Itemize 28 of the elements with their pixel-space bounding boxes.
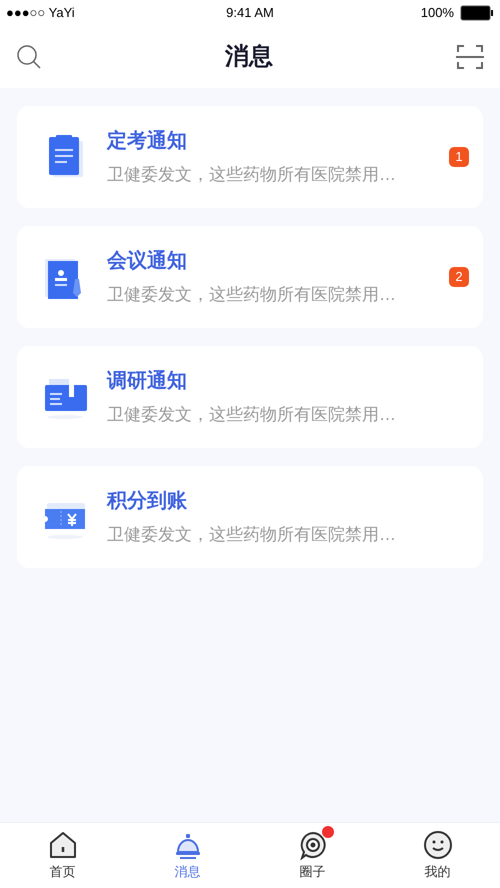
tab-item[interactable]: 消息 — [125, 823, 250, 888]
house-icon — [48, 830, 78, 860]
smiley-icon — [422, 830, 452, 860]
search-icon[interactable] — [16, 44, 42, 70]
tab-item[interactable]: 圈子 — [250, 823, 375, 888]
unread-count: 1 — [449, 147, 469, 167]
message-title: 会议通知 — [107, 248, 188, 274]
scan-icon[interactable] — [456, 44, 484, 70]
message-card[interactable]: 会议通知 卫健委发文，这些药物所有医院禁用… 2 — [17, 226, 483, 328]
message-preview: 卫健委发文，这些药物所有医院禁用… — [107, 284, 397, 306]
message-preview: 卫健委发文，这些药物所有医院禁用… — [107, 164, 397, 186]
battery-icon — [460, 5, 494, 21]
message-preview: 卫健委发文，这些药物所有医院禁用… — [107, 524, 397, 546]
carrier-text: ●●●○○ YaYi — [6, 4, 76, 22]
tab-item[interactable]: 我的 — [375, 823, 500, 888]
message-card[interactable]: 定考通知 卫健委发文，这些药物所有医院禁用… 1 — [17, 106, 483, 208]
message-card[interactable]: 积分到账 卫健委发文，这些药物所有医院禁用… — [17, 466, 483, 568]
message-title: 定考通知 — [107, 128, 188, 154]
message-preview: 卫健委发文，这些药物所有医院禁用… — [107, 404, 397, 426]
unread-count: 2 — [449, 267, 469, 287]
message-card[interactable]: 调研通知 卫健委发文，这些药物所有医院禁用… — [17, 346, 483, 448]
tab-item[interactable]: 首页 — [0, 823, 125, 888]
page-title: 消息 — [225, 42, 273, 72]
message-title: 积分到账 — [107, 489, 188, 514]
message-title: 调研通知 — [107, 369, 188, 394]
clock-text: 9:41 AM — [226, 4, 274, 22]
battery-percent: 100% — [420, 4, 454, 22]
chat-target-icon — [298, 830, 328, 860]
